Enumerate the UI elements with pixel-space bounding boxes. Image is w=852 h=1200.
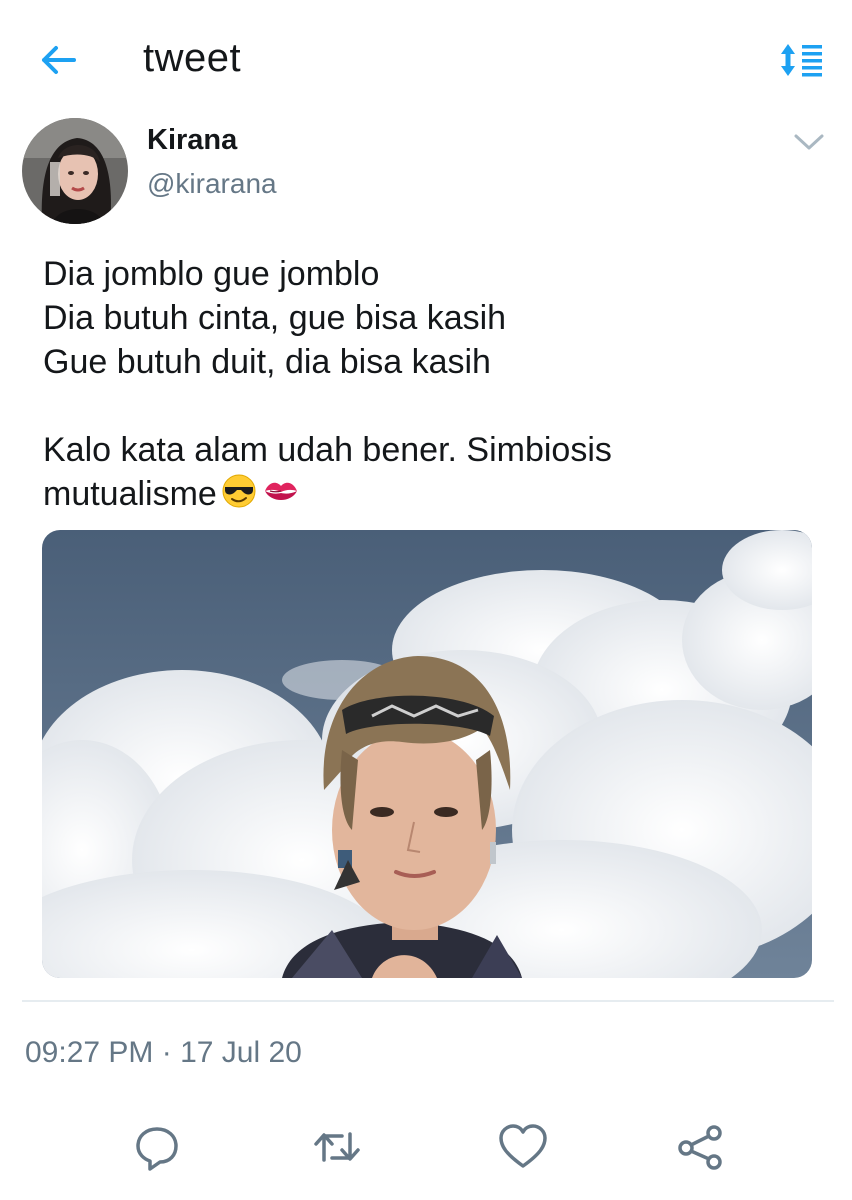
tweet-timestamp: 09:27 PM · 17 Jul 20 bbox=[25, 1036, 302, 1069]
avatar[interactable] bbox=[22, 118, 128, 224]
tweet-line: mutualisme bbox=[43, 475, 217, 513]
author-name[interactable]: Kirana bbox=[147, 124, 237, 157]
author-handle[interactable]: @kirarana bbox=[147, 168, 277, 200]
tweet-line: Dia butuh cinta, gue bisa kasih bbox=[43, 299, 507, 337]
tweet-menu-button[interactable] bbox=[790, 128, 828, 156]
retweet-icon bbox=[314, 1132, 360, 1162]
retweet-button[interactable] bbox=[310, 1120, 364, 1174]
tweet-media-image[interactable] bbox=[42, 530, 812, 978]
tweet-line-last: mutualisme bbox=[43, 472, 823, 520]
top-bar: tweet bbox=[0, 0, 852, 120]
share-icon bbox=[678, 1125, 722, 1170]
sort-button[interactable] bbox=[778, 42, 824, 78]
like-heart-icon bbox=[499, 1124, 547, 1168]
tweet-actions bbox=[0, 1120, 852, 1180]
page-title: tweet bbox=[143, 36, 242, 80]
back-button[interactable] bbox=[38, 42, 78, 78]
chevron-down-icon bbox=[794, 134, 824, 150]
sunglasses-emoji bbox=[219, 473, 259, 520]
reply-icon bbox=[136, 1127, 178, 1171]
divider bbox=[22, 1000, 834, 1002]
like-button[interactable] bbox=[496, 1120, 550, 1174]
sort-lines-icon bbox=[781, 44, 822, 77]
tweet-line: Kalo kata alam udah bener. Simbiosis bbox=[43, 431, 612, 469]
tweet-text: Dia jomblo gue jomblo Dia butuh cinta, g… bbox=[43, 252, 823, 520]
reply-button[interactable] bbox=[130, 1120, 184, 1174]
kiss-mark-emoji bbox=[261, 473, 301, 520]
arrow-left-icon bbox=[42, 46, 76, 74]
tweet-line: Dia jomblo gue jomblo bbox=[43, 255, 380, 293]
share-button[interactable] bbox=[674, 1120, 728, 1174]
tweet-line: Gue butuh duit, dia bisa kasih bbox=[43, 343, 491, 381]
